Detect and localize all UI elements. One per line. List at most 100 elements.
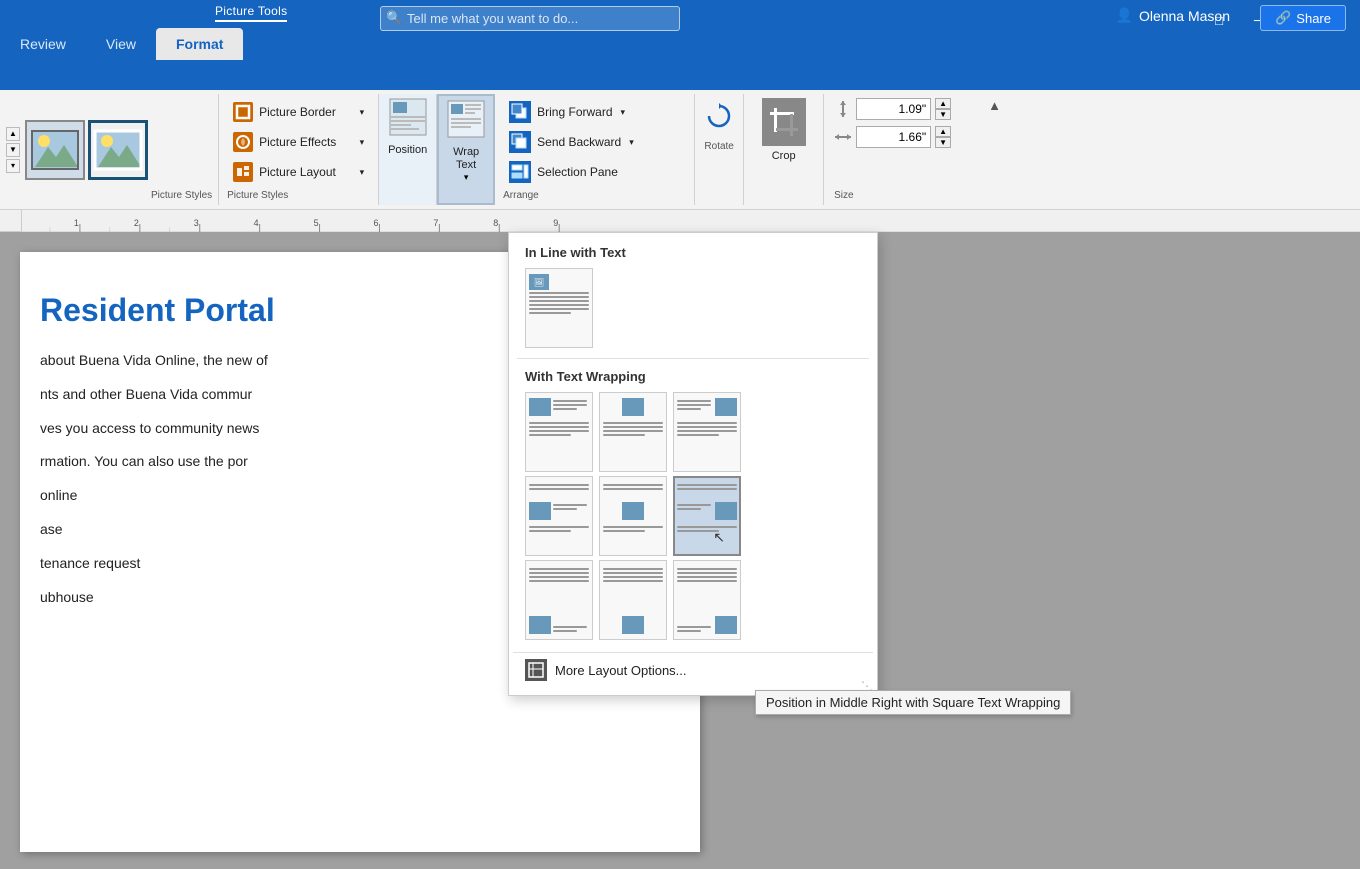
bring-forward-button[interactable]: Bring Forward ▾: [503, 98, 686, 126]
rotate-label: Rotate: [704, 141, 733, 152]
svg-text:5: 5: [314, 217, 319, 227]
share-icon: 🔗: [1275, 10, 1291, 26]
selection-pane-button[interactable]: Selection Pane: [503, 158, 686, 186]
selection-pane-icon: [509, 161, 531, 183]
position-top-right-button[interactable]: [673, 392, 741, 472]
ruler: 1 2 3 4 5 6 7 8 9: [0, 210, 1360, 232]
position-label: Position: [388, 144, 427, 156]
crop-section: Crop: [744, 94, 824, 205]
share-label: Share: [1296, 11, 1331, 26]
height-icon: [834, 100, 852, 118]
picture-styles-label: Picture Styles: [151, 190, 212, 201]
tab-view[interactable]: View: [86, 28, 156, 60]
pic-style-thumb-2[interactable]: [88, 120, 148, 180]
pic-style-thumb-1[interactable]: [25, 120, 85, 180]
inline-options-row: 🖼: [509, 268, 877, 352]
position-bottom-left-button[interactable]: [525, 560, 593, 640]
picture-tools-label: Picture Tools: [215, 4, 287, 22]
height-spin-up[interactable]: ▲: [935, 98, 951, 109]
svg-text:1: 1: [74, 217, 79, 227]
collapse-ribbon-button-area: ▲: [984, 94, 1005, 205]
bring-forward-icon: [509, 101, 531, 123]
wrap-row-1: [509, 392, 877, 476]
width-spin-up[interactable]: ▲: [935, 126, 951, 137]
position-middle-right-button[interactable]: ↖: [673, 476, 741, 556]
tooltip: Position in Middle Right with Square Tex…: [755, 690, 1071, 715]
tab-format[interactable]: Format: [156, 28, 243, 60]
wrap-text-arrow: ▾: [464, 172, 469, 183]
size-section: ▲ ▼ ▲ ▼ Size: [824, 94, 984, 205]
bring-forward-label: Bring Forward: [537, 105, 612, 119]
picture-layout-icon: [233, 162, 253, 182]
svg-text:7: 7: [433, 217, 438, 227]
position-button[interactable]: Position: [379, 94, 437, 205]
position-middle-center-button[interactable]: [599, 476, 667, 556]
svg-text:4: 4: [254, 217, 259, 227]
pic-styles-scroll-down[interactable]: ▼: [6, 143, 20, 157]
size-label: Size: [834, 190, 974, 201]
width-input[interactable]: [856, 126, 931, 148]
position-top-center-button[interactable]: [599, 392, 667, 472]
user-info[interactable]: 👤 Olenna Mason: [1116, 7, 1231, 24]
picture-effects-label: Picture Effects: [259, 135, 336, 149]
bring-forward-arrow: ▾: [621, 107, 626, 118]
wrap-row-2: ↖: [509, 476, 877, 560]
share-button[interactable]: 🔗 Share: [1260, 5, 1346, 31]
position-inline-button[interactable]: 🖼: [525, 268, 593, 348]
picture-layout-arrow: ▾: [360, 167, 365, 178]
send-backward-arrow: ▾: [629, 137, 634, 148]
svg-text:9: 9: [553, 217, 558, 227]
wrap-text-button[interactable]: WrapText ▾: [437, 94, 495, 205]
picture-effects-button[interactable]: Picture Effects ▾: [227, 128, 370, 156]
position-dropdown: In Line with Text 🖼 With Text Wrapping: [508, 232, 878, 696]
tell-me-input[interactable]: [380, 6, 680, 31]
height-spin-down[interactable]: ▼: [935, 109, 951, 120]
position-bottom-center-button[interactable]: [599, 560, 667, 640]
pic-styles-scroll-more[interactable]: ▾: [6, 159, 20, 173]
picture-border-button[interactable]: Picture Border ▾: [227, 98, 370, 126]
wrap-text-label: WrapText: [453, 146, 479, 172]
ruler-horizontal: 1 2 3 4 5 6 7 8 9: [22, 210, 1360, 232]
more-layout-icon: [525, 659, 547, 681]
svg-text:6: 6: [373, 217, 378, 227]
picture-border-label: Picture Border: [259, 105, 336, 119]
width-icon: [834, 128, 852, 146]
picture-layout-button[interactable]: Picture Layout ▾: [227, 158, 370, 186]
svg-text:3: 3: [194, 217, 199, 227]
picture-layout-label: Picture Layout: [259, 165, 336, 179]
position-bottom-right-button[interactable]: [673, 560, 741, 640]
user-icon: 👤: [1116, 7, 1133, 24]
crop-button[interactable]: Crop: [762, 98, 806, 162]
picture-styles-bottom-label: Picture Styles: [227, 190, 370, 201]
rotate-button[interactable]: [701, 98, 737, 137]
more-layout-label: More Layout Options...: [555, 663, 687, 678]
arrange-section-label: Arrange: [503, 190, 686, 201]
collapse-ribbon-button[interactable]: ▲: [988, 98, 1001, 113]
send-backward-label: Send Backward: [537, 135, 621, 149]
svg-text:8: 8: [493, 217, 498, 227]
svg-text:2: 2: [134, 217, 139, 227]
position-middle-left-button[interactable]: [525, 476, 593, 556]
user-name: Olenna Mason: [1139, 8, 1230, 24]
rotation-section: Rotate: [695, 94, 744, 205]
picture-border-icon: [233, 102, 253, 122]
picture-effects-icon: [233, 132, 253, 152]
pic-styles-scroll-up[interactable]: ▲: [6, 127, 20, 141]
picture-options-section: Picture Border ▾ Picture Effects ▾ Pictu…: [219, 94, 379, 205]
inline-section-title: In Line with Text: [509, 241, 877, 268]
picture-effects-arrow: ▾: [360, 137, 365, 148]
height-input[interactable]: [856, 98, 931, 120]
width-spin-down[interactable]: ▼: [935, 137, 951, 148]
position-top-left-button[interactable]: [525, 392, 593, 472]
ribbon-bar: ▲ ▼ ▾: [0, 90, 1360, 210]
more-layout-options-button[interactable]: More Layout Options...: [509, 653, 877, 687]
arrange-section: Bring Forward ▾ Send Backward ▾ Selectio…: [495, 94, 695, 205]
send-backward-icon: [509, 131, 531, 153]
wrap-section-title: With Text Wrapping: [509, 365, 877, 392]
selection-pane-label: Selection Pane: [537, 165, 618, 179]
picture-border-arrow: ▾: [360, 107, 365, 118]
send-backward-button[interactable]: Send Backward ▾: [503, 128, 686, 156]
ruler-corner: [0, 210, 22, 232]
tab-review[interactable]: Review: [0, 28, 86, 60]
wrap-row-3: [509, 560, 877, 644]
